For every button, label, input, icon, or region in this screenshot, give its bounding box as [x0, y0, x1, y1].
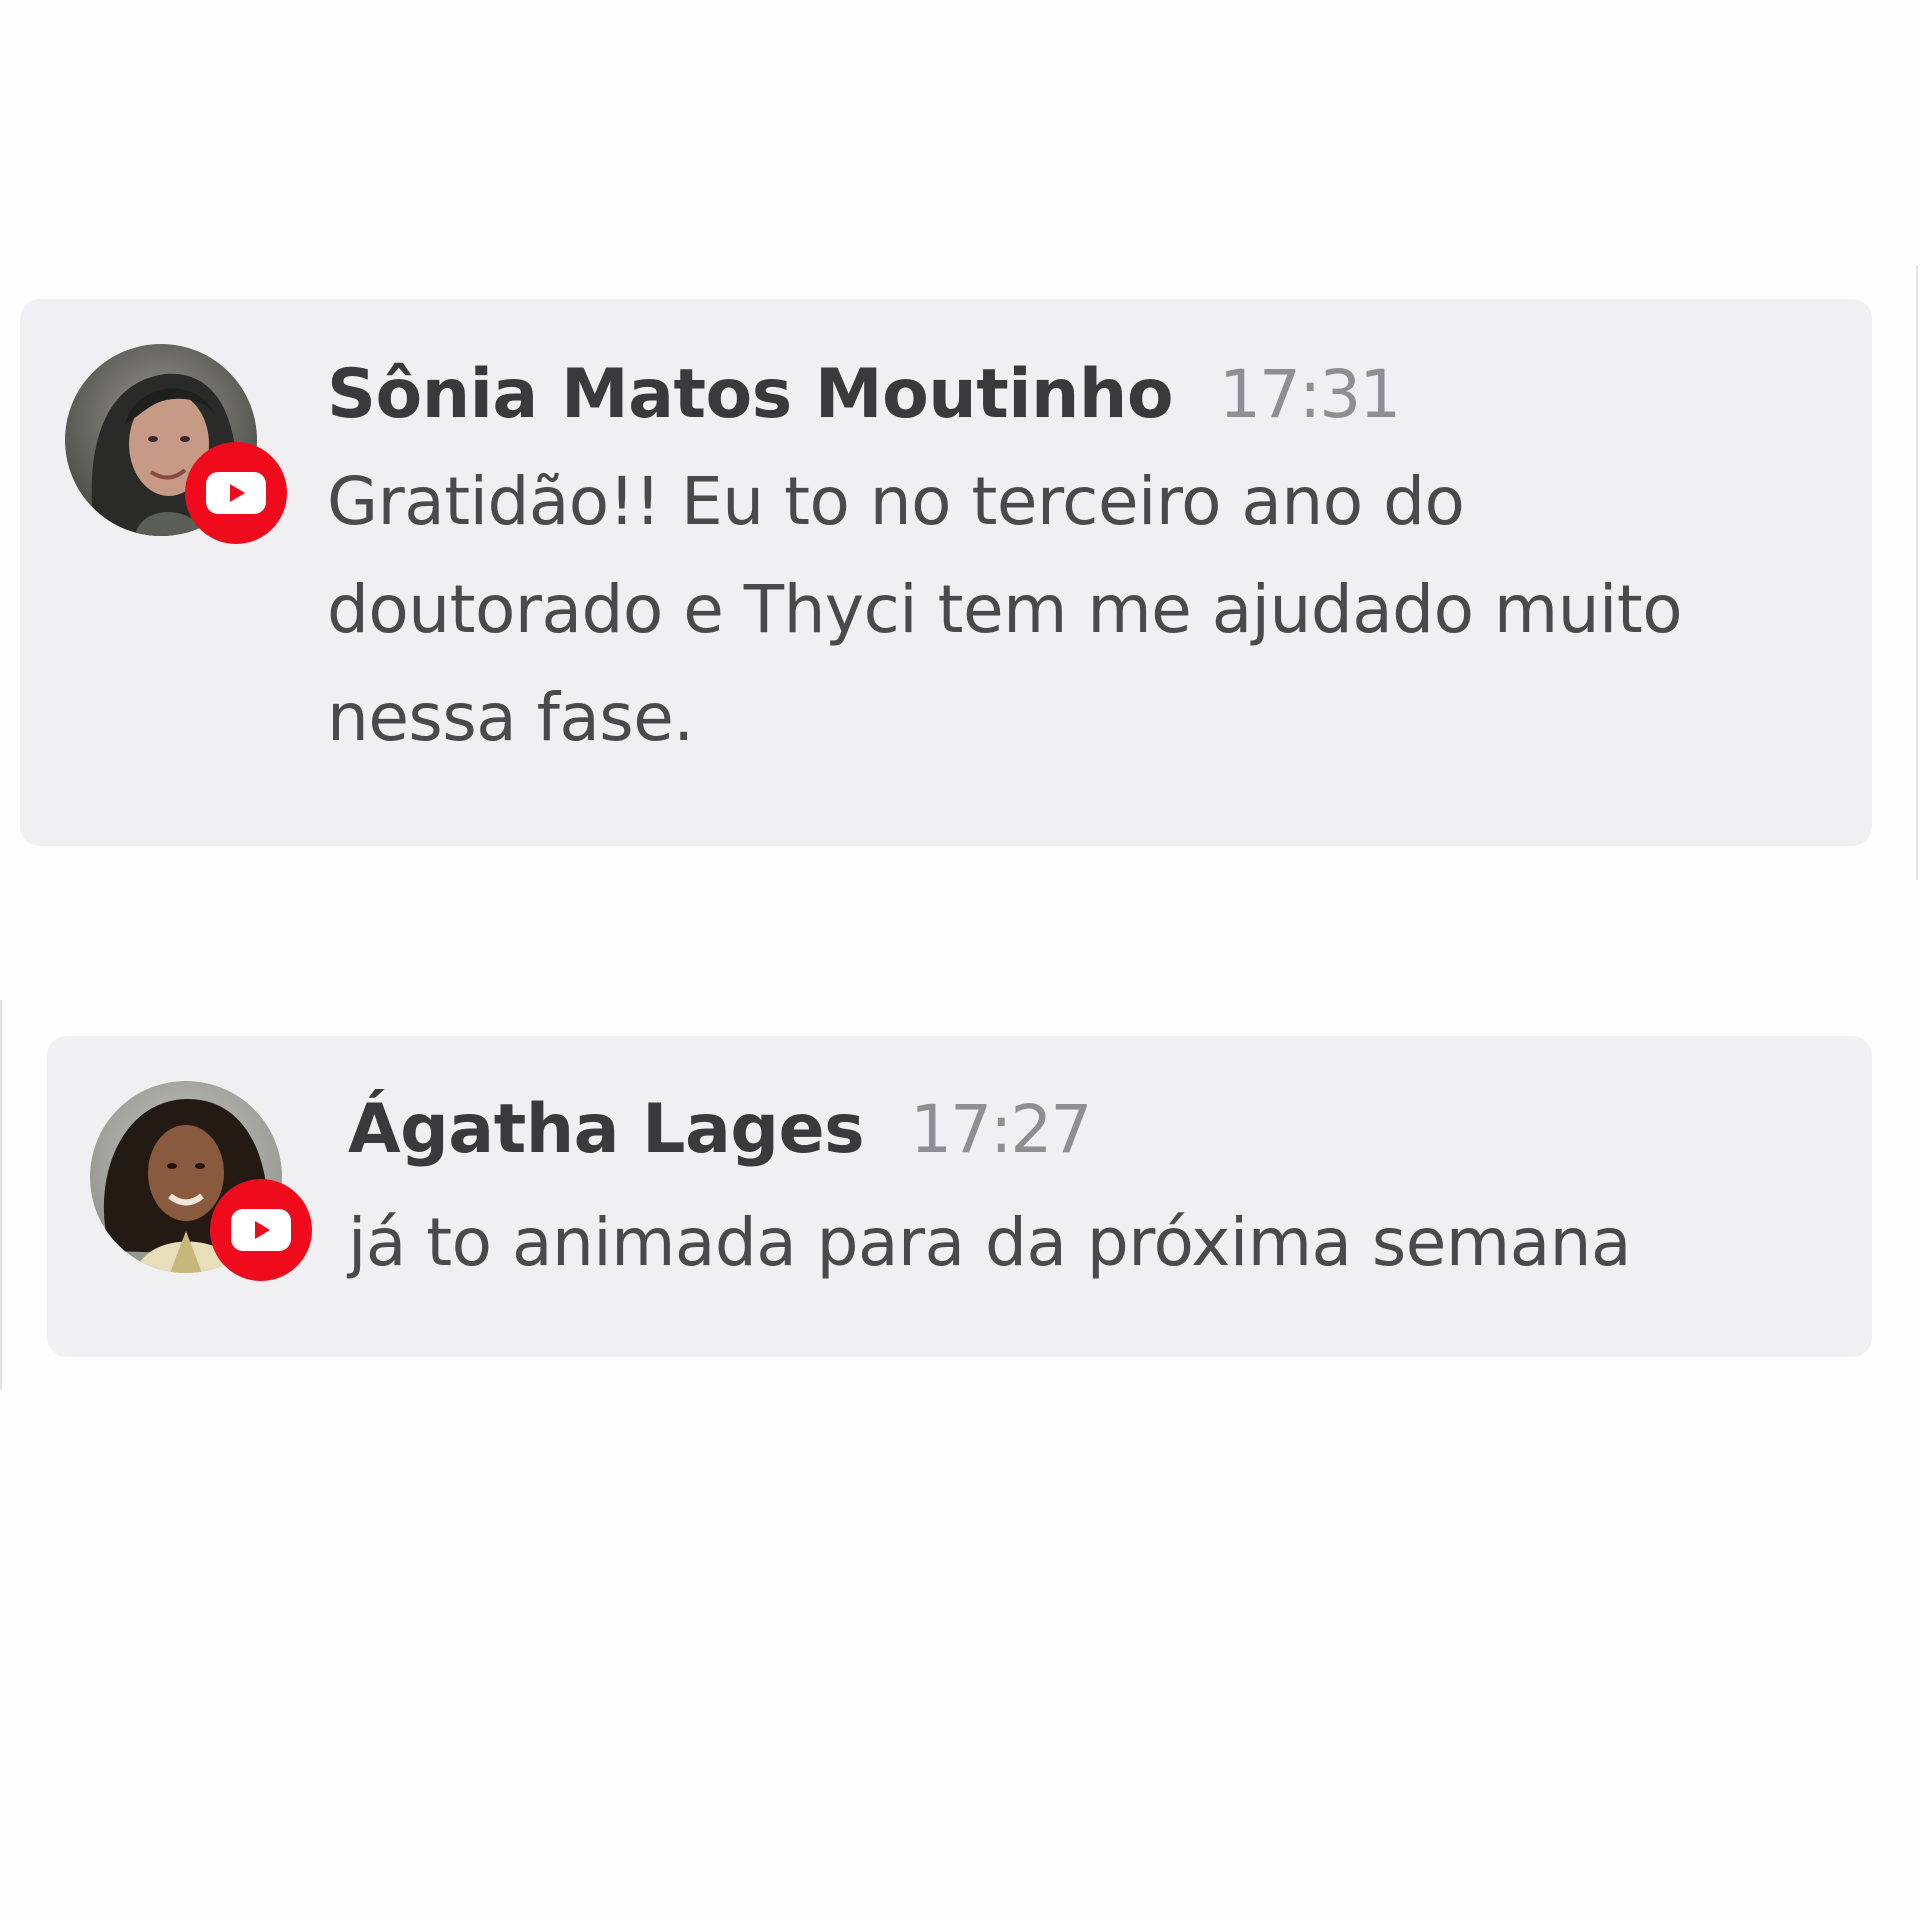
comment-timestamp: 17:27 — [910, 1091, 1092, 1168]
author-name[interactable]: Ágatha Lages — [348, 1090, 865, 1169]
author-name[interactable]: Sônia Matos Moutinho — [327, 355, 1174, 434]
avatar-container[interactable] — [90, 1081, 312, 1281]
comment-card[interactable]: Sônia Matos Moutinho 17:31 Gratidão!! Eu… — [20, 299, 1872, 846]
avatar-container[interactable] — [65, 344, 287, 544]
comment-message: Gratidão!! Eu to no terceiro ano do dout… — [327, 463, 1683, 756]
comment-header: Ágatha Lages 17:27 — [348, 1090, 1812, 1169]
comment-content: Sônia Matos Moutinho 17:31 Gratidão!! Eu… — [327, 355, 1812, 772]
scroll-edge-divider — [1916, 265, 1918, 880]
comment-content: Ágatha Lages 17:27 já to animada para da… — [348, 1090, 1812, 1297]
comment-card[interactable]: Ágatha Lages 17:27 já to animada para da… — [47, 1036, 1872, 1357]
comment-header: Sônia Matos Moutinho 17:31 — [327, 355, 1812, 434]
comment-message: já to animada para da próxima semana — [348, 1204, 1631, 1281]
scroll-edge-divider — [0, 1000, 2, 1390]
comment-timestamp: 17:31 — [1219, 356, 1401, 433]
youtube-icon — [210, 1179, 312, 1281]
youtube-icon — [185, 442, 287, 544]
